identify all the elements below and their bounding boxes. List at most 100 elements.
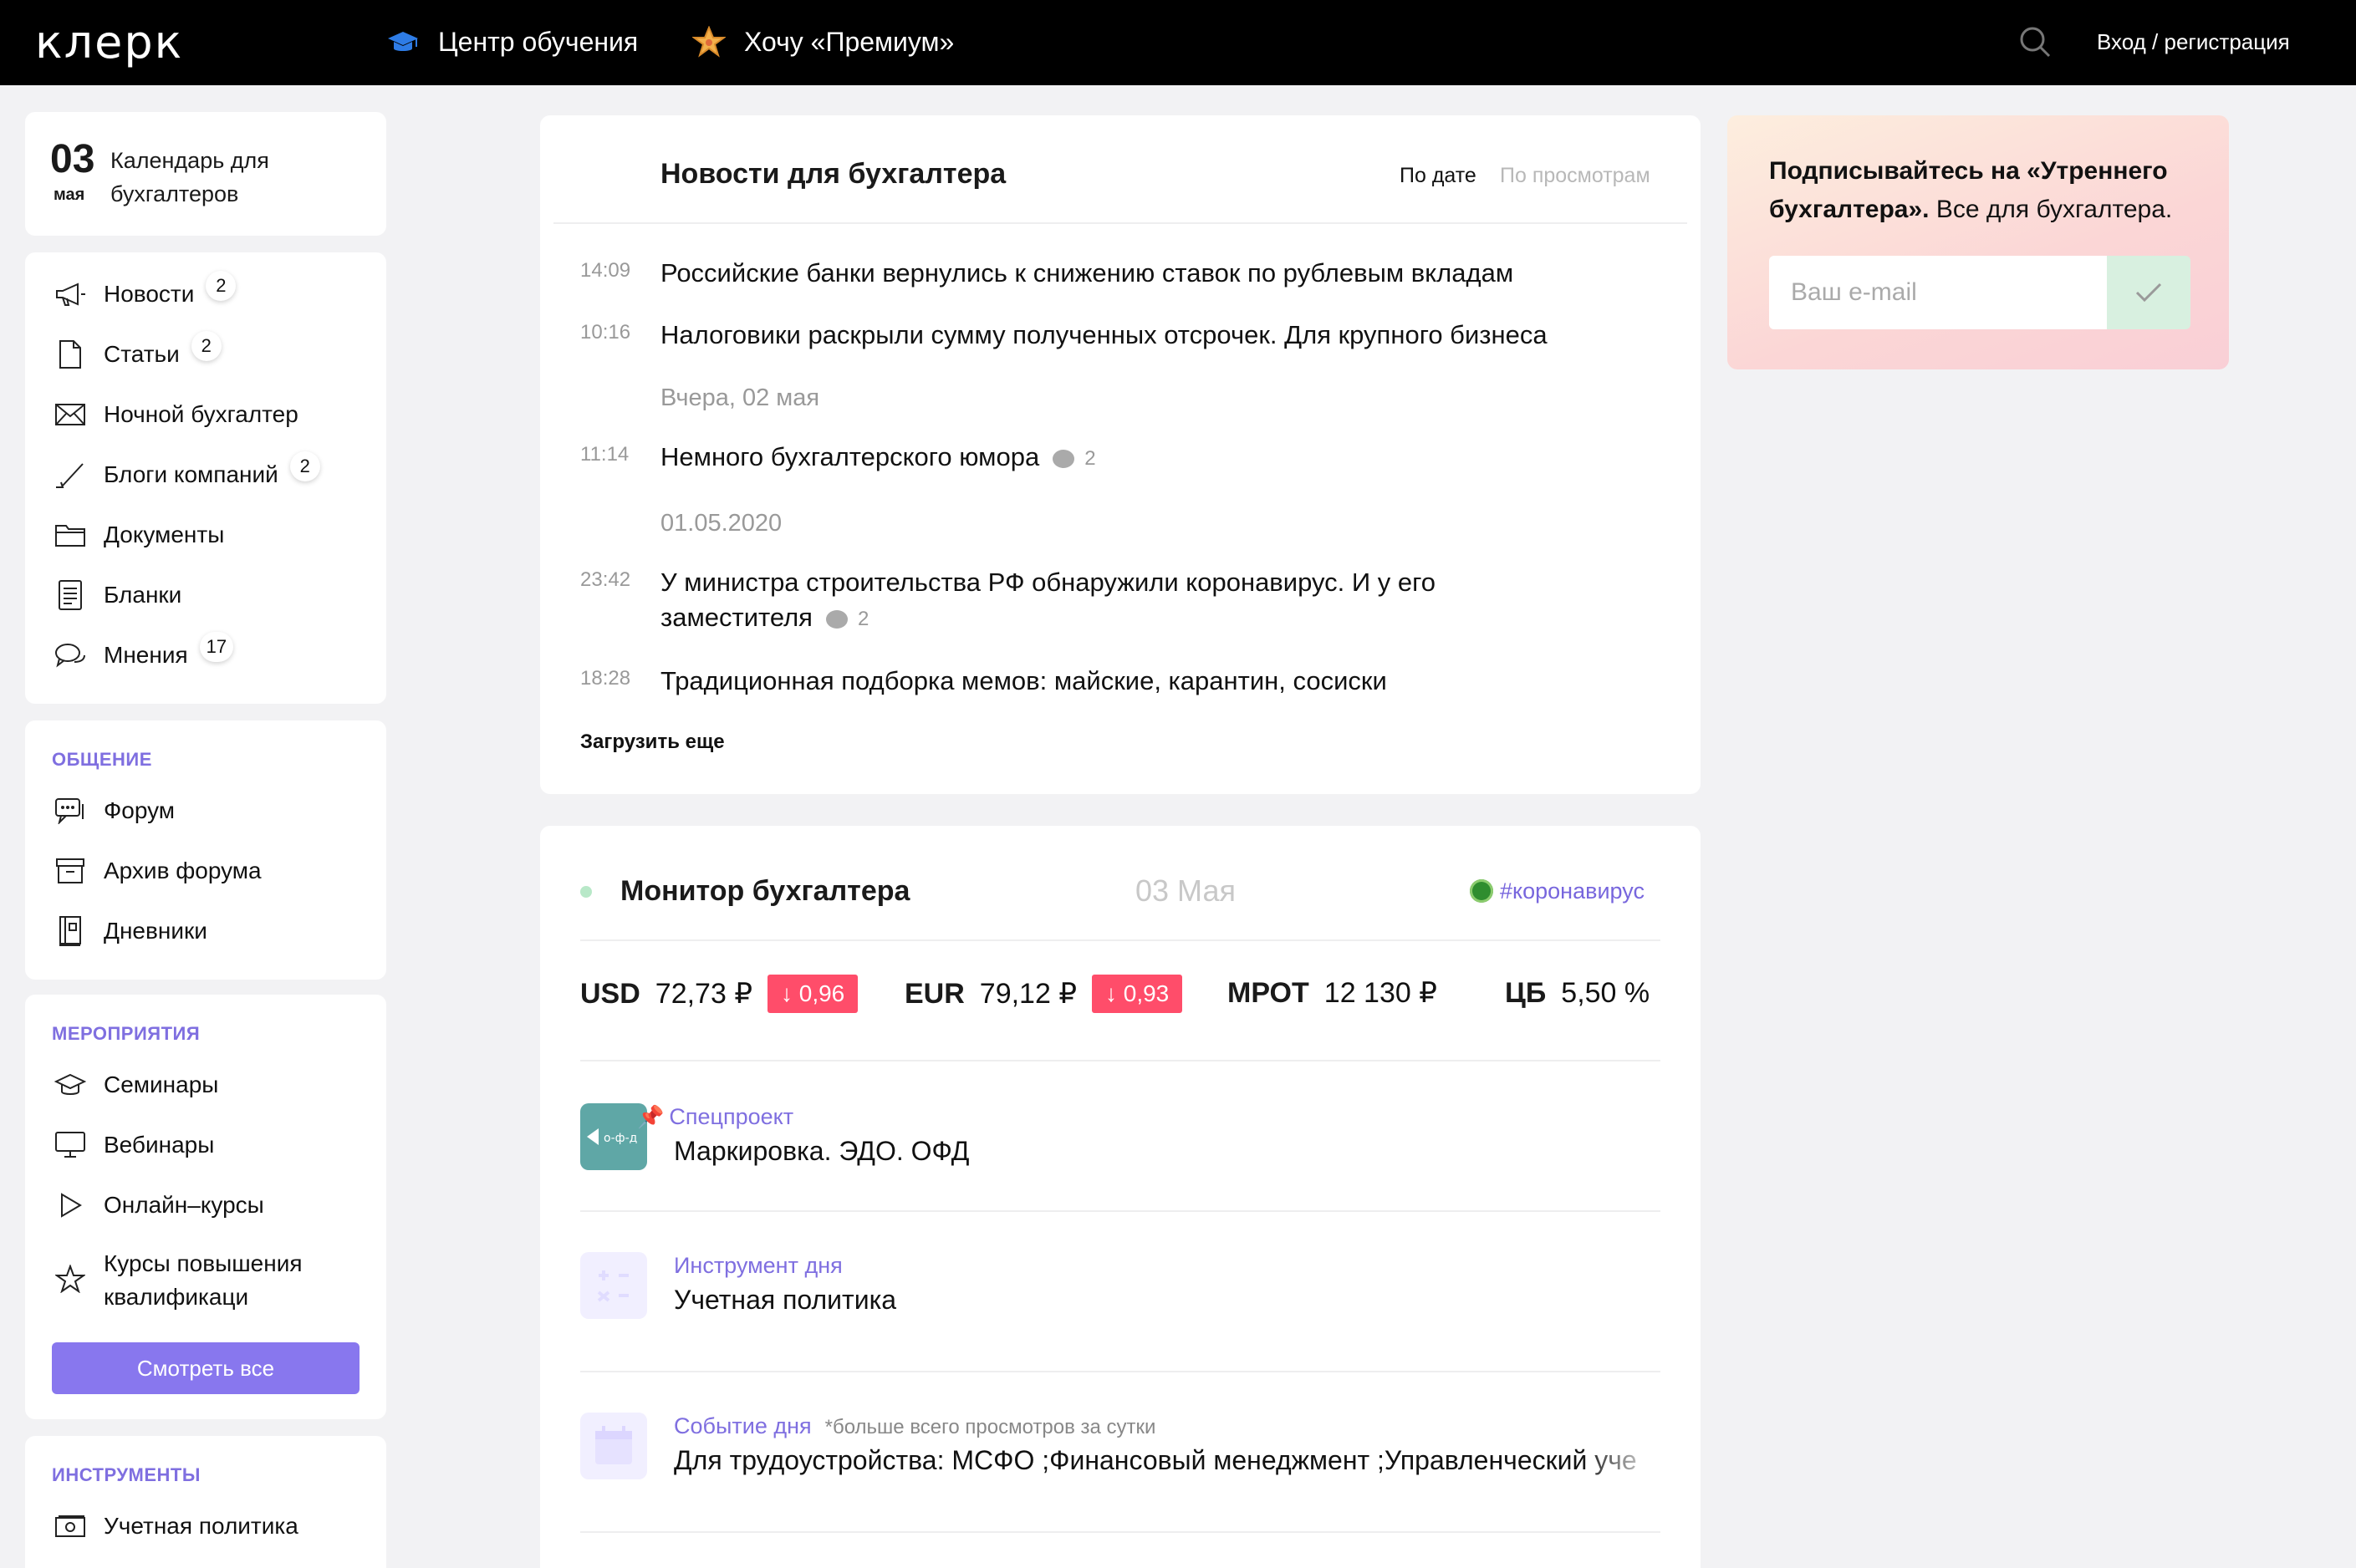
news-feed: Новости для бухгалтера По дате По просмо… [540, 115, 1701, 794]
calendar-month: мая [54, 186, 85, 204]
date-separator: 01.05.2020 [660, 510, 783, 537]
top-header: клерк Центр обучения Хочу «Премиум» Вход… [0, 0, 2356, 85]
news-headline: Российские банки вернулись к снижению ст… [660, 258, 1514, 288]
special-project-item[interactable]: о-ф-д 📌 Спецпроект Маркировка. ЭДО. ОФД [580, 1103, 1667, 1187]
divider [580, 1371, 1660, 1372]
nav-learning-center[interactable]: Центр обучения [386, 25, 638, 59]
news-time: 18:28 [580, 667, 631, 690]
pen-icon [54, 458, 87, 491]
menu-item-accounting-policy[interactable]: Учетная политика [54, 1509, 298, 1543]
star-badge-icon [692, 26, 726, 58]
menu-item-label: Учетная политика [104, 1513, 298, 1539]
play-icon [54, 1189, 87, 1222]
comment-count: 2 [825, 602, 869, 637]
tool-of-day-item[interactable]: Инструмент дня Учетная политика [580, 1252, 1667, 1336]
search-button[interactable] [2018, 25, 2052, 59]
menu-item-label: Статьи [104, 341, 180, 367]
checkmark-icon [2135, 283, 2162, 303]
menu-item-label: Семинары [104, 1072, 219, 1097]
news-headline: Налоговики раскрыли сумму полученных отс… [660, 320, 1548, 349]
monitor-date: 03 Мая [1135, 873, 1236, 908]
site-logo[interactable]: клерк [35, 15, 183, 70]
folder-icon [54, 518, 87, 552]
feature-text: Учетная политика [674, 1285, 897, 1315]
menu-item-label: Новости [104, 281, 195, 307]
form-icon [54, 578, 87, 612]
calculator-icon [580, 1252, 647, 1319]
menu-item-documents[interactable]: Документы [54, 518, 224, 552]
menu-item-forms[interactable]: Бланки [54, 578, 181, 612]
menu-item-night-accountant[interactable]: Ночной бухгалтер [54, 398, 298, 431]
rate-cb: ЦБ 5,50 % [1505, 977, 1650, 1009]
nav-premium[interactable]: Хочу «Премиум» [692, 25, 954, 59]
menu-item-online-courses[interactable]: Онлайн–курсы [54, 1189, 264, 1222]
tools-section: ИНСТРУМЕНТЫ Учетная политика [25, 1436, 386, 1568]
calendar-card[interactable]: 03 мая Календарь для бухгалтеров [25, 112, 386, 236]
menu-item-label: Документы [104, 522, 225, 547]
divider [580, 1210, 1660, 1212]
divider [580, 1060, 1660, 1061]
menu-item-label: Онлайн–курсы [104, 1192, 264, 1218]
subscribe-card: Подписывайтесь на «Утреннего бухгалтера»… [1727, 115, 2229, 369]
comment-bubble-icon [1053, 449, 1075, 468]
section-heading: ИНСТРУМЕНТЫ [52, 1464, 201, 1485]
news-headline: Традиционная подборка мемов: майские, ка… [660, 666, 1387, 695]
chat-icon [54, 639, 87, 672]
event-of-day-item[interactable]: Событие дня *больше всего просмотров за с… [580, 1413, 1667, 1496]
calendar-icon [580, 1413, 647, 1479]
count-badge: 2 [206, 271, 237, 301]
email-field[interactable] [1769, 256, 2162, 329]
menu-item-forum-archive[interactable]: Архив форума [54, 854, 262, 888]
money-icon [54, 1509, 87, 1543]
login-link[interactable]: Вход / регистрация [2097, 28, 2290, 56]
menu-item-company-blogs[interactable]: Блоги компаний 2 [54, 451, 320, 491]
rate-usd: USD 72,73 ₽ ↓ 0,96 [580, 975, 859, 1013]
main-menu: Новости 2 Статьи 2 Ночной бухгалтер Блог… [25, 252, 386, 704]
feature-note: *больше всего просмотров за сутки [824, 1416, 1156, 1438]
menu-item-diaries[interactable]: Дневники [54, 914, 207, 948]
divider [580, 1531, 1660, 1533]
count-badge: 17 [199, 632, 234, 662]
menu-item-webinars[interactable]: Вебинары [54, 1128, 214, 1162]
accountant-monitor: Монитор бухгалтера 03 Мая #коронавирус U… [540, 826, 1701, 1568]
menu-item-articles[interactable]: Статьи 2 [54, 331, 222, 371]
events-section: МЕРОПРИЯТИЯ Семинары Вебинары Онлайн–кур… [25, 995, 386, 1419]
menu-item-opinions[interactable]: Мнения 17 [54, 632, 234, 672]
document-icon [54, 338, 87, 371]
rate-change-badge: ↓ 0,96 [767, 975, 859, 1013]
virus-icon [1470, 879, 1493, 903]
comment-bubble-icon [825, 609, 848, 629]
coronavirus-tag[interactable]: #коронавирус [1470, 876, 1645, 906]
comment-count: 2 [1053, 441, 1096, 476]
section-heading: МЕРОПРИЯТИЯ [52, 1023, 201, 1044]
graduation-cap-icon [54, 1068, 87, 1102]
sort-by-views-tab[interactable]: По просмотрам [1500, 162, 1650, 189]
see-all-button[interactable]: Смотреть все [52, 1342, 360, 1394]
menu-item-qualification-courses[interactable]: Курсы повышения квалификаци [54, 1247, 338, 1314]
menu-item-label: Архив форума [104, 858, 262, 883]
subscribe-text: Подписывайтесь на «Утреннего бухгалтера»… [1769, 157, 2173, 223]
archive-icon [54, 854, 87, 888]
pin-icon: 📌 [637, 1104, 665, 1129]
menu-item-forum[interactable]: Форум [54, 794, 175, 827]
divider [553, 222, 1687, 224]
nav-premium-label: Хочу «Премиум» [744, 27, 955, 57]
monitor-icon [54, 1128, 87, 1162]
news-time: 11:14 [580, 443, 630, 466]
menu-item-label: Курсы повышения квалификаци [104, 1250, 303, 1310]
envelope-icon [54, 398, 87, 431]
menu-item-seminars[interactable]: Семинары [54, 1068, 218, 1102]
menu-item-label: Ночной бухгалтер [104, 401, 298, 427]
calendar-day: 03 [50, 137, 95, 181]
sort-by-date-tab[interactable]: По дате [1400, 162, 1476, 189]
news-time: 10:16 [580, 321, 631, 344]
feature-text: Маркировка. ЭДО. ОФД [674, 1136, 970, 1166]
count-badge: 2 [289, 451, 320, 481]
subscribe-submit-button[interactable] [2107, 256, 2190, 329]
menu-item-label: Форум [104, 797, 176, 823]
count-badge: 2 [191, 331, 222, 361]
communication-section: ОБЩЕНИЕ Форум Архив форума Дневники [25, 720, 386, 980]
menu-item-news[interactable]: Новости 2 [54, 271, 237, 311]
load-more-button[interactable]: Загрузить еще [580, 731, 725, 754]
news-headline: У министра строительства РФ обнаружили к… [660, 565, 1530, 637]
